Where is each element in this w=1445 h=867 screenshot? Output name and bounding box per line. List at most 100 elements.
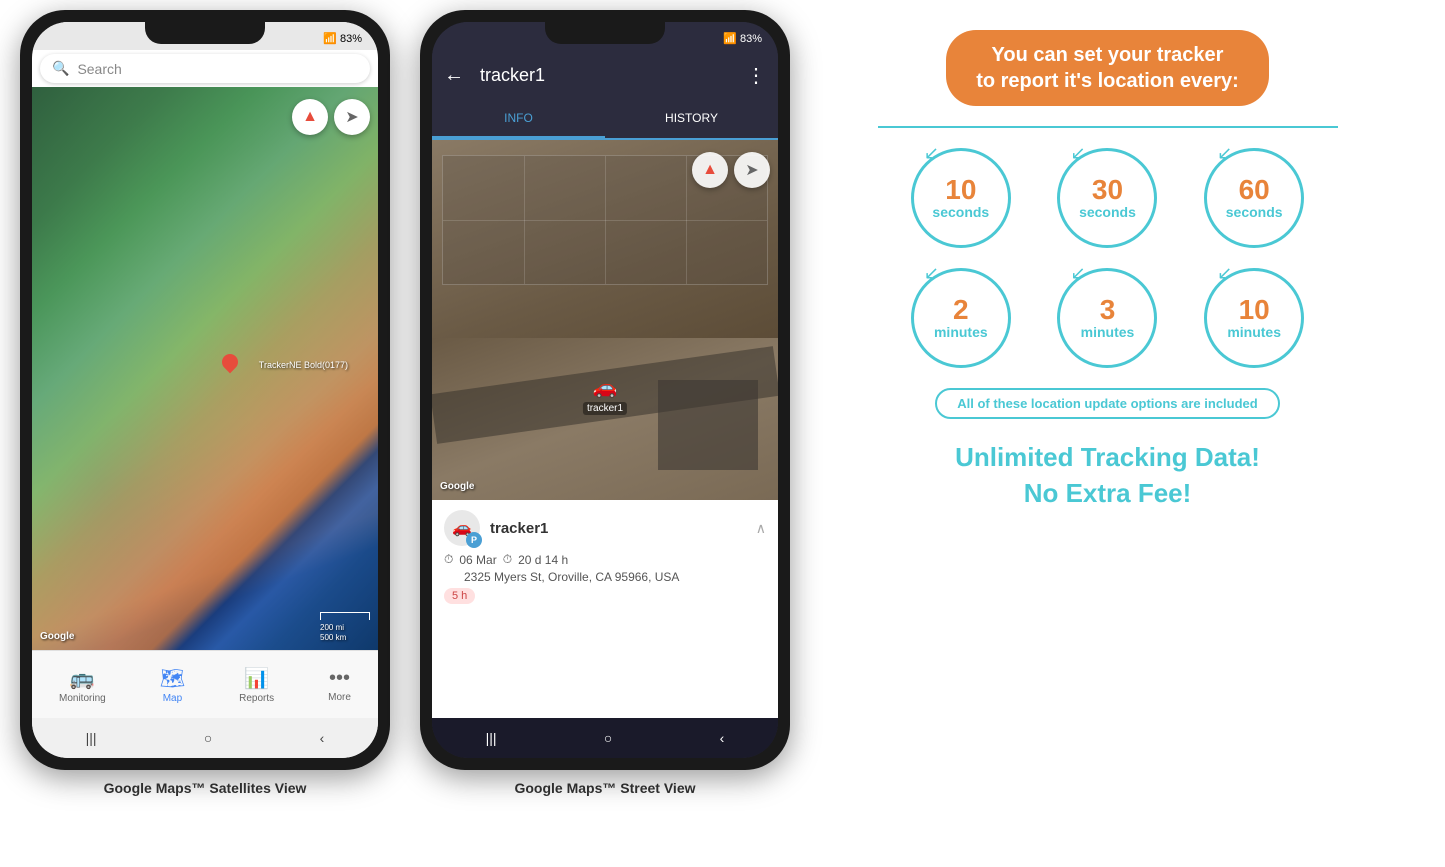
circle-number-3min: 3: [1100, 296, 1116, 324]
menu-button[interactable]: ⋮: [746, 63, 766, 88]
android-back[interactable]: ‹: [320, 730, 325, 746]
included-text: All of these location update options are…: [957, 396, 1257, 411]
tab-info[interactable]: INFO: [432, 100, 605, 138]
compass-icon[interactable]: ▲: [292, 99, 328, 135]
circle-unit-60sec: seconds: [1226, 204, 1283, 220]
circle-outer-60sec: ↙ 60 seconds: [1204, 148, 1304, 248]
phone2-inner: 📶 83% ← tracker1 ⋮ INFO HISTORY: [432, 22, 778, 758]
nav-reports-label: Reports: [239, 693, 274, 704]
phone2-android-nav: ||| ○ ‹: [432, 718, 778, 758]
circle-outer-10sec: ↙ 10 seconds: [911, 148, 1011, 248]
circle-10min: ↙ 10 minutes: [1191, 268, 1318, 368]
p2-location-icon: ➤: [745, 160, 758, 180]
circle-outer-30sec: ↙ 30 seconds: [1057, 148, 1157, 248]
google-label: Google: [40, 631, 74, 642]
phone2-caption: Google Maps™ Street View: [514, 780, 695, 796]
p2-compass-icon[interactable]: ▲: [692, 152, 728, 188]
nav-map-label: Map: [163, 693, 182, 704]
nav-map[interactable]: 🗺 Map: [160, 666, 185, 704]
circle-arrow-30sec: ↙: [1070, 143, 1085, 164]
location-button[interactable]: ➤: [334, 99, 370, 135]
phone1-map[interactable]: ▲ ➤ TrackerNE Bold(0177) Google 200 mi 5…: [32, 87, 378, 650]
info-card-title: tracker1: [490, 520, 548, 537]
circle-number-10min: 10: [1239, 296, 1270, 324]
top-divider: [878, 126, 1338, 128]
circle-outer-3min: ↙ 3 minutes: [1057, 268, 1157, 368]
phone2-notch: [545, 22, 665, 44]
unlimited-line1: Unlimited Tracking Data!: [955, 439, 1260, 475]
info-headline-text: You can set your tracker to report it's …: [976, 42, 1239, 94]
circle-10sec: ↙ 10 seconds: [898, 148, 1025, 248]
clock-icon: ⏱: [444, 552, 453, 567]
back-button[interactable]: ←: [444, 64, 464, 87]
circle-number-2min: 2: [953, 296, 969, 324]
nav-monitoring[interactable]: 🚌 Monitoring: [59, 666, 106, 704]
circle-arrow-10sec: ↙: [924, 143, 939, 164]
reports-icon: 📊: [244, 666, 269, 691]
car-marker: 🚗: [593, 375, 618, 400]
circle-3min: ↙ 3 minutes: [1044, 268, 1171, 368]
p2-android-recents[interactable]: |||: [486, 730, 497, 746]
circle-arrow-10min: ↙: [1217, 263, 1232, 284]
android-home[interactable]: ○: [204, 730, 212, 746]
headline-line1: You can set your tracker: [992, 44, 1224, 66]
expand-icon[interactable]: ∧: [756, 520, 766, 537]
unlimited-line2: No Extra Fee!: [955, 475, 1260, 511]
phone1-caption: Google Maps™ Satellites View: [104, 780, 307, 796]
tracker-marker-label: tracker1: [583, 402, 627, 415]
more-icon: •••: [329, 667, 350, 690]
p2-android-back[interactable]: ‹: [720, 730, 725, 746]
circle-60sec: ↙ 60 seconds: [1191, 148, 1318, 248]
phone1-wrapper: 📶 83% 🔍 Search ▲ ➤: [20, 10, 390, 796]
phone2-tabs: INFO HISTORY: [432, 100, 778, 140]
phone1-search[interactable]: 🔍 Search: [40, 54, 370, 83]
avatar-container: 🚗 P: [444, 510, 480, 546]
circle-number-10sec: 10: [945, 176, 976, 204]
phone2: 📶 83% ← tracker1 ⋮ INFO HISTORY: [420, 10, 790, 770]
phone2-title: tracker1: [480, 65, 730, 86]
tab-history-label: HISTORY: [665, 111, 718, 125]
p2-android-home[interactable]: ○: [604, 730, 612, 746]
circle-arrow-3min: ↙: [1070, 263, 1085, 284]
date-row: ⏱ 06 Mar ⏱ 20 d 14 h: [444, 552, 766, 567]
unlimited-text: Unlimited Tracking Data! No Extra Fee!: [955, 439, 1260, 512]
parking-badge: P: [466, 532, 482, 548]
info-panel: You can set your tracker to report it's …: [790, 10, 1425, 532]
location-icon: ➤: [345, 107, 358, 127]
phone2-header: ← tracker1 ⋮: [432, 50, 778, 100]
nav-reports[interactable]: 📊 Reports: [239, 666, 274, 704]
nav-more-label: More: [328, 692, 351, 703]
map-label-text: TrackerNE Bold(0177): [259, 360, 348, 370]
tab-history[interactable]: HISTORY: [605, 100, 778, 138]
phone2-wrapper: 📶 83% ← tracker1 ⋮ INFO HISTORY: [420, 10, 790, 796]
p2-google-label: Google: [440, 481, 474, 492]
search-placeholder: Search: [77, 61, 121, 77]
monitoring-icon: 🚌: [70, 666, 95, 691]
circle-arrow-60sec: ↙: [1217, 143, 1232, 164]
android-recents[interactable]: |||: [86, 730, 97, 746]
search-icon: 🔍: [52, 60, 69, 77]
phone1-notch: [145, 22, 265, 44]
headline-line2: to report it's location every:: [976, 70, 1239, 92]
circle-30sec: ↙ 30 seconds: [1044, 148, 1171, 248]
circle-unit-3min: minutes: [1081, 324, 1135, 340]
circle-arrow-2min: ↙: [924, 263, 939, 284]
info-headline-box: You can set your tracker to report it's …: [946, 30, 1269, 106]
circle-unit-10sec: seconds: [932, 204, 989, 220]
map-scale: 200 mi 500 km: [320, 612, 370, 642]
aerial-bg: [432, 140, 778, 500]
info-date: 06 Mar: [459, 553, 496, 567]
circle-2min: ↙ 2 minutes: [898, 268, 1025, 368]
phone1-inner: 📶 83% 🔍 Search ▲ ➤: [32, 22, 378, 758]
info-duration: 20 d 14 h: [518, 553, 568, 567]
nav-more[interactable]: ••• More: [328, 667, 351, 703]
duration-icon: ⏱: [503, 552, 512, 567]
scale-label-km: 500 km: [320, 633, 346, 642]
circle-unit-2min: minutes: [934, 324, 988, 340]
phone2-info-card: 🚗 P tracker1 ∧ ⏱ 06 Mar ⏱ 20 d 14 h 2325…: [432, 500, 778, 718]
phone2-map[interactable]: ▲ ➤ 🚗 tracker1 Google: [432, 140, 778, 500]
circle-outer-2min: ↙ 2 minutes: [911, 268, 1011, 368]
tab-info-label: INFO: [504, 111, 533, 125]
info-card-header: 🚗 P tracker1 ∧: [444, 510, 766, 546]
p2-location-button[interactable]: ➤: [734, 152, 770, 188]
